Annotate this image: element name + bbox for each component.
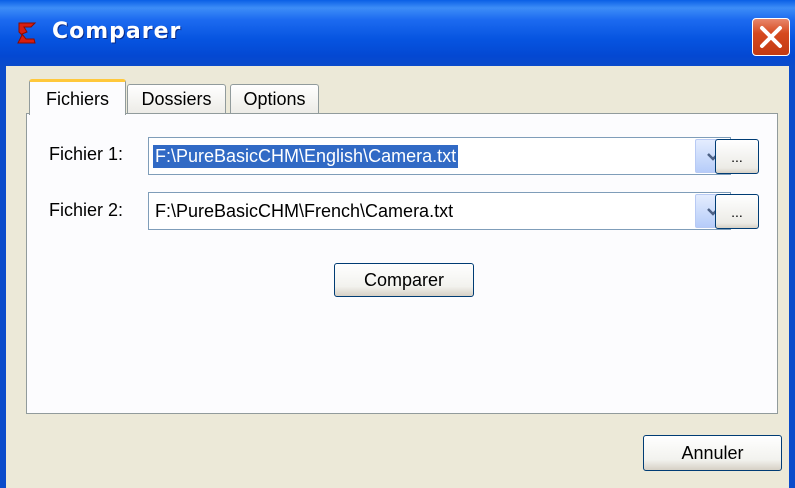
tab-panel-fichiers: Fichier 1: F:\PureBasicCHM\English\Camer… (26, 113, 778, 414)
window-title: Comparer (52, 19, 182, 44)
app-logo-icon (16, 20, 38, 46)
window-frame-right (789, 66, 795, 488)
close-button[interactable] (752, 18, 790, 56)
tab-label: Dossiers (141, 89, 212, 109)
tab-label: Fichiers (45, 89, 109, 109)
compare-button[interactable]: Comparer (334, 263, 474, 297)
cancel-button[interactable]: Annuler (643, 435, 782, 471)
file1-label: Fichier 1: (49, 144, 124, 164)
file1-combobox[interactable]: F:\PureBasicCHM\English\Camera.txt (148, 137, 731, 175)
compare-dialog: Comparer Fichiers Dossiers Options Fichi… (0, 0, 795, 488)
tab-fichiers[interactable]: Fichiers (29, 79, 126, 115)
file2-browse-button[interactable]: ... (715, 194, 759, 229)
file2-value[interactable]: F:\PureBasicCHM\French\Camera.txt (153, 200, 455, 223)
window-frame-left (0, 66, 6, 488)
file2-label: Fichier 2: (49, 200, 124, 220)
tab-options[interactable]: Options (230, 84, 319, 114)
file2-combobox[interactable]: F:\PureBasicCHM\French\Camera.txt (148, 192, 731, 230)
file1-value[interactable]: F:\PureBasicCHM\English\Camera.txt (153, 145, 459, 168)
tab-dossiers[interactable]: Dossiers (127, 84, 226, 114)
tab-label: Options (243, 89, 306, 109)
title-bar[interactable]: Comparer (0, 0, 795, 66)
file1-browse-button[interactable]: ... (715, 139, 759, 174)
